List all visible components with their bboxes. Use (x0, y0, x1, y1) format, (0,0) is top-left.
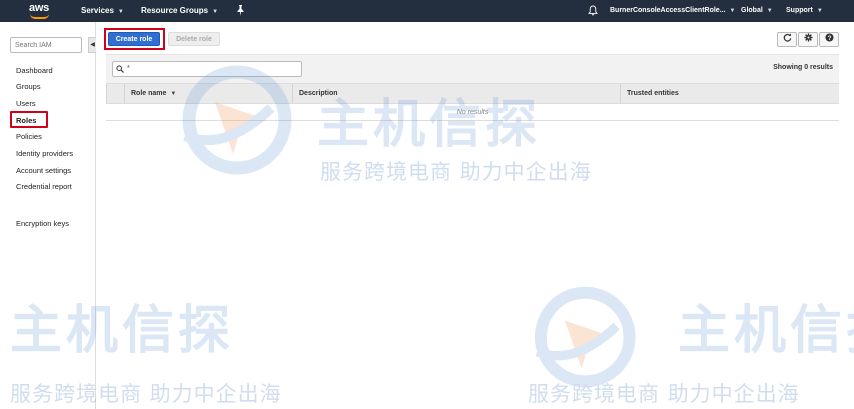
sidebar-item-identity-providers[interactable]: Identity providers (16, 149, 73, 158)
table-header: Role name ▼ Description Trusted entities (106, 83, 839, 104)
empty-table-message: No results (106, 104, 839, 121)
services-menu[interactable]: Services ▼ (81, 6, 124, 15)
aws-logo[interactable]: aws (28, 2, 52, 20)
resource-groups-menu[interactable]: Resource Groups ▼ (141, 6, 218, 15)
region-label: Global (741, 7, 763, 14)
account-menu[interactable]: BurnerConsoleAccessClientRole... ▼ (610, 7, 735, 14)
delete-role-button[interactable]: Delete role (168, 32, 220, 46)
aws-smile-icon (30, 14, 49, 19)
roles-highlight-box (10, 111, 48, 128)
sidebar-item-encryption-keys[interactable]: Encryption keys (16, 219, 69, 228)
sidebar-item-dashboard[interactable]: Dashboard (16, 66, 53, 75)
sidebar-item-account-settings[interactable]: Account settings (16, 166, 71, 175)
create-role-button[interactable]: Create role (108, 32, 160, 46)
main-content: Create role Delete role ? * Showing 0 re… (96, 22, 854, 409)
gear-icon (803, 33, 813, 42)
results-count: Showing 0 results (773, 64, 833, 71)
chevron-down-icon: ▼ (816, 8, 823, 14)
sidebar-item-credential-report[interactable]: Credential report (16, 182, 72, 191)
support-menu[interactable]: Support ▼ (786, 7, 823, 14)
sidebar-item-users[interactable]: Users (16, 99, 36, 108)
search-icon (116, 65, 124, 73)
column-header-role-name[interactable]: Role name ▼ (124, 84, 292, 103)
column-header-trusted-entities[interactable]: Trusted entities (620, 84, 839, 103)
settings-button[interactable] (798, 32, 818, 47)
refresh-icon (783, 33, 791, 42)
pin-icon[interactable] (236, 5, 245, 16)
refresh-button[interactable] (777, 32, 797, 47)
sidebar-item-policies[interactable]: Policies (16, 132, 42, 141)
help-icon: ? (824, 33, 834, 42)
sort-desc-icon[interactable]: ▼ (170, 91, 176, 97)
chevron-left-icon: ◀ (90, 42, 95, 48)
chevron-down-icon: ▼ (766, 8, 773, 14)
support-label: Support (786, 7, 813, 14)
resource-groups-label: Resource Groups (141, 6, 209, 15)
region-menu[interactable]: Global ▼ (741, 7, 773, 14)
top-navigation-bar: aws Services ▼ Resource Groups ▼ BurnerCon… (0, 0, 854, 22)
sidebar-item-groups[interactable]: Groups (16, 82, 41, 91)
column-label-role-name: Role name (131, 90, 167, 97)
column-header-description[interactable]: Description (292, 84, 620, 103)
help-glyph: ? (827, 35, 831, 42)
chevron-down-icon: ▼ (117, 9, 124, 15)
search-iam-input[interactable] (10, 37, 82, 53)
filter-value: * (127, 65, 130, 72)
collapse-sidebar-button[interactable]: ◀ (88, 37, 96, 53)
help-button[interactable]: ? (819, 32, 839, 47)
account-label: BurnerConsoleAccessClientRole... (610, 7, 726, 14)
filter-input[interactable]: * (112, 61, 302, 77)
services-label: Services (81, 6, 114, 15)
sidebar: ◀ Dashboard Groups Users Roles Policies … (0, 22, 96, 409)
bell-icon[interactable] (588, 5, 598, 16)
aws-logo-text: aws (29, 2, 49, 14)
select-column-header (106, 84, 124, 103)
chevron-down-icon: ▼ (212, 9, 219, 15)
table-toolbar: * Showing 0 results (106, 54, 839, 83)
chevron-down-icon: ▼ (729, 8, 736, 14)
